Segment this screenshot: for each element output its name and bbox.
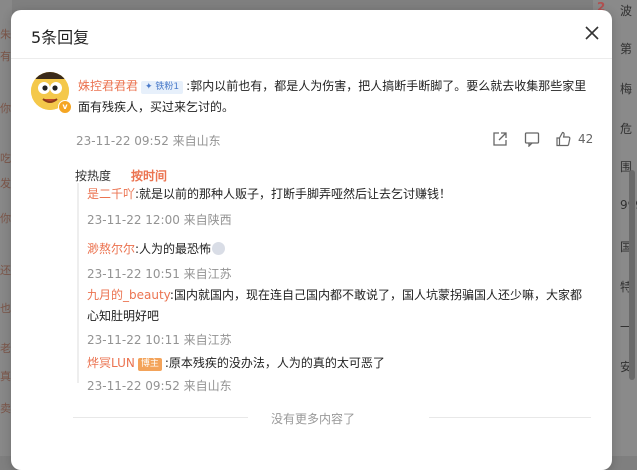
like-count: 42 (578, 132, 594, 146)
end-divider-left (73, 417, 248, 418)
reply-author-link[interactable]: 渺熬尔尔 (87, 242, 135, 256)
comment-author-link[interactable]: 姝控君君君 (78, 79, 138, 93)
background-left-item: 老 (0, 342, 11, 355)
reply-text: :就是以前的那种人贩子，打断手脚弄哑然后让去乞讨赚钱！ (135, 187, 452, 201)
scared-emoji-icon (212, 242, 226, 255)
sort-by-hot-tab[interactable]: 按热度 (75, 167, 111, 184)
reply-item: 是二千吖:就是以前的那种人贩子，打断手脚弄哑然后让去乞讨赚钱！ (87, 184, 587, 204)
background-left-item: 你 (0, 212, 11, 225)
background-right-item: 梅 (620, 82, 633, 96)
reply-meta: 23-11-22 10:11 来自江苏 (87, 333, 232, 347)
main-comment: 姝控君君君 ✦ 铁粉1:郭内以前也有，都是人为伤害，把人搞断手断脚了。要么就去收集… (78, 76, 588, 118)
background-right-item: 第 (620, 42, 633, 56)
verified-badge-icon: v (58, 100, 72, 114)
reply-author-link[interactable]: 是二千吖 (87, 187, 135, 201)
reply-text: :人为的最恐怖 (135, 242, 212, 256)
reply-author-link[interactable]: 九月的_beauty (87, 288, 170, 302)
background-left-item: 真 (0, 370, 11, 383)
background-left-item: 还 (0, 264, 11, 277)
reply-author-link[interactable]: 烨冥LUN (87, 356, 135, 370)
reply-item: 烨冥LUN 博主:原本残疾的没办法，人为的真的太可恶了 (87, 353, 587, 373)
replies-rail (77, 183, 79, 383)
dialog-divider (11, 58, 612, 59)
dialog-title: 5条回复 (31, 28, 90, 47)
share-icon[interactable] (492, 131, 508, 147)
close-icon[interactable] (583, 24, 601, 42)
background-scrollbar[interactable] (629, 170, 635, 380)
replies-dialog: 5条回复 v 姝控君君君 ✦ 铁粉1:郭内以前也有，都是人为伤害，把人搞断手断脚了… (11, 10, 612, 470)
background-left-item: 也 (0, 302, 11, 315)
like-icon[interactable] (555, 131, 571, 147)
no-more-content-text: 没有更多内容了 (271, 412, 356, 426)
background-right-item: 波 (620, 4, 633, 18)
background-left-item: 你 (0, 102, 11, 115)
background-left-item: 朱 (0, 28, 11, 41)
reply-item: 渺熬尔尔:人为的最恐怖 (87, 239, 587, 259)
fan-badge: ✦ 铁粉1 (141, 81, 184, 94)
reply-meta: 23-11-22 10:51 来自江苏 (87, 267, 232, 281)
end-divider-right (429, 417, 591, 418)
reply-meta: 23-11-22 09:52 来自山东 (87, 379, 232, 393)
comment-meta: 23-11-22 09:52 来自山东 (76, 134, 221, 148)
reply-meta: 23-11-22 12:00 来自陕西 (87, 213, 232, 227)
reply-item: 九月的_beauty:国内就国内，现在连自己国内都不敢说了，国人坑蒙拐骗国人还少… (87, 285, 587, 327)
blogger-badge: 博主 (137, 358, 162, 371)
background-right-item: 危 (620, 122, 633, 136)
comment-icon[interactable] (524, 131, 540, 147)
sort-by-time-tab[interactable]: 按时间 (131, 167, 167, 184)
reply-text: :原本残疾的没办法，人为的真的太可恶了 (164, 356, 385, 370)
background-left-item: 卖 (0, 402, 11, 415)
replies-list: 是二千吖:就是以前的那种人贩子，打断手脚弄哑然后让去乞讨赚钱！ 23-11-22… (77, 183, 591, 393)
background-left-item: 吃 (0, 152, 11, 165)
background-left-item: 发 (0, 177, 11, 190)
background-left-item: 有 (0, 50, 11, 63)
